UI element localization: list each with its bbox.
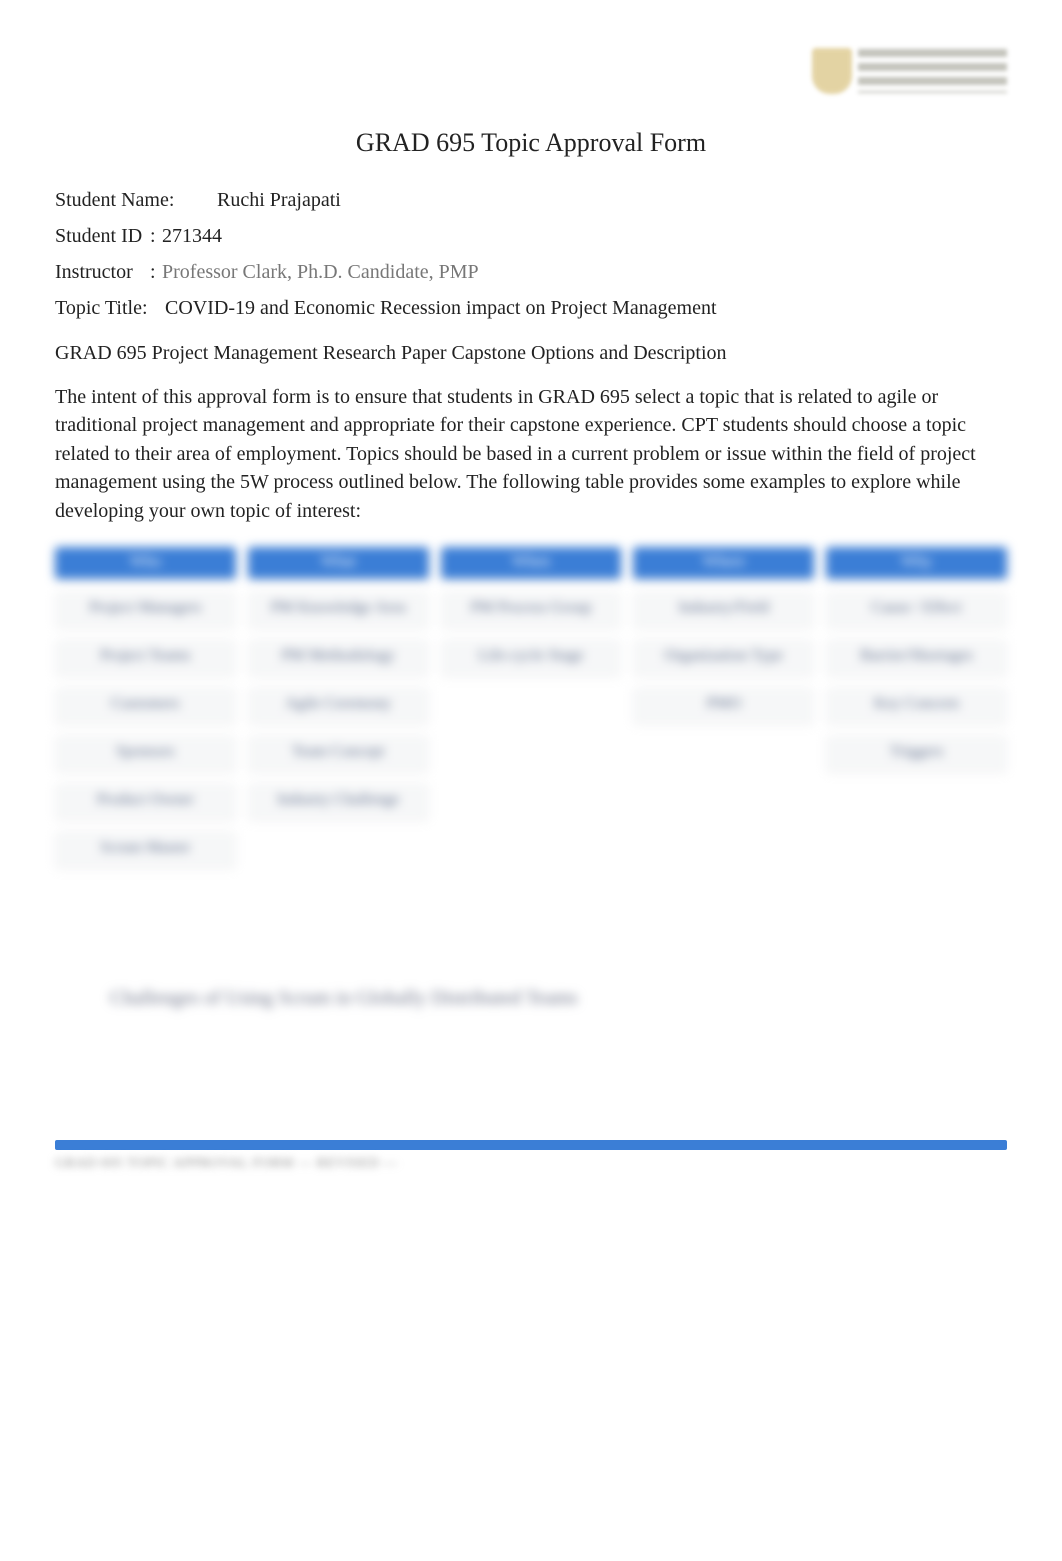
table-cell: Project Managers [55,591,236,627]
student-name-value: Ruchi Prajapati [217,184,341,216]
table-cell: Sponsors [55,735,236,771]
section-heading: GRAD 695 Project Management Research Pap… [55,342,1007,365]
topic-title-row: Topic Title: COVID-19 and Economic Reces… [55,292,1007,324]
footer-text: GRAD 695 TOPIC APPROVAL FORM — REVISED — [55,1156,1007,1172]
table-cell: Customers [55,687,236,723]
intro-paragraph: The intent of this approval form is to e… [55,383,1007,525]
table-cell: Industry Challenge [248,783,429,819]
shield-icon [812,48,852,94]
table-col-why: Why Cause / Effect Barrier/Shortages Key… [826,547,1007,867]
table-cell: Life-cycle Stage [441,639,622,675]
instructor-colon: : [150,256,160,288]
table-cell: PM Knowledge Area [248,591,429,627]
footer-divider [55,1140,1007,1150]
table-header: When [441,547,622,579]
topic-title-value: COVID-19 and Economic Recession impact o… [165,292,717,324]
table-header: What [248,547,429,579]
topic-title-label: Topic Title: [55,292,163,324]
table-cell: Product Owner [55,783,236,819]
table-cell: Project Teams [55,639,236,675]
table-cell: PM Process Group [441,591,622,627]
instructor-label: Instructor [55,256,150,288]
table-col-when: When PM Process Group Life-cycle Stage [441,547,622,867]
student-id-row: Student ID : 271344 [55,220,1007,252]
institution-logo [812,45,1007,97]
topic-table: Who Project Managers Project Teams Custo… [55,547,1007,867]
student-name-label: Student Name: [55,184,215,216]
table-cell: Agile Ceremony [248,687,429,723]
table-cell: Industry/Field [633,591,814,627]
table-col-where: Where Industry/Field Organization Type P… [633,547,814,867]
table-cell: PM Methodology [248,639,429,675]
table-cell: Organization Type [633,639,814,675]
table-header: Where [633,547,814,579]
page-title: GRAD 695 Topic Approval Form [55,128,1007,158]
logo-text [858,49,1007,93]
table-cell: Scrum Master [55,831,236,867]
table-cell: Cause / Effect [826,591,1007,627]
table-cell: PMO [633,687,814,723]
student-name-row: Student Name: Ruchi Prajapati [55,184,1007,216]
instructor-value: Professor Clark, Ph.D. Candidate, PMP [162,256,479,288]
table-col-what: What PM Knowledge Area PM Methodology Ag… [248,547,429,867]
table-cell: Barrier/Shortages [826,639,1007,675]
student-id-value: 271344 [162,220,222,252]
student-id-label: Student ID [55,220,150,252]
example-topic-text: Challenges of Using Scrum in Globally Di… [110,987,1007,1010]
table-cell: Team Concept [248,735,429,771]
instructor-row: Instructor : Professor Clark, Ph.D. Cand… [55,256,1007,288]
table-cell: Key Concern [826,687,1007,723]
table-col-who: Who Project Managers Project Teams Custo… [55,547,236,867]
table-header: Why [826,547,1007,579]
table-header: Who [55,547,236,579]
student-id-colon: : [150,220,160,252]
table-cell: Triggers [826,735,1007,771]
